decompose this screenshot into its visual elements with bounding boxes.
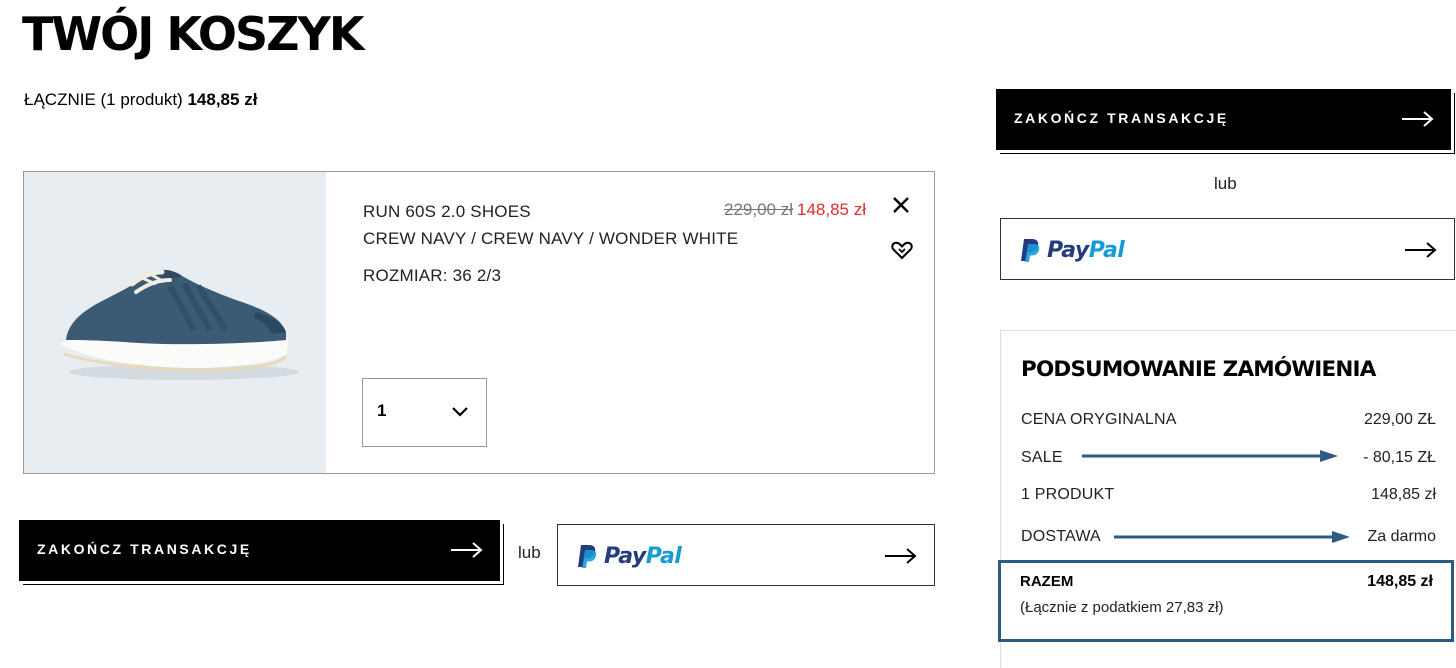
summary-title: PODSUMOWANIE ZAMÓWIENIA <box>1021 357 1376 382</box>
product-prices: 229,00 zł 148,85 zł <box>724 198 866 222</box>
paypal-logo: PayPal <box>576 541 682 571</box>
summary-row-label: CENA ORYGINALNA <box>1021 411 1177 428</box>
cart-total-label: ŁĄCZNIE (1 produkt) <box>24 90 183 109</box>
paypal-pay-text: Pay <box>1047 237 1089 263</box>
cart-item: RUN 60S 2.0 SHOES CREW NAVY / CREW NAVY … <box>23 171 935 474</box>
annotation-arrow-icon <box>1082 450 1338 462</box>
remove-item-button[interactable] <box>890 194 912 216</box>
arrow-right-icon <box>1405 242 1437 258</box>
arrow-right-icon <box>1402 111 1434 127</box>
checkout-button-top[interactable]: ZAKOŃCZ TRANSAKCJĘ <box>996 89 1451 150</box>
close-icon <box>893 197 909 213</box>
product-name[interactable]: RUN 60S 2.0 SHOES <box>363 198 738 225</box>
shoe-image <box>24 172 326 473</box>
arrow-right-icon <box>451 542 483 558</box>
summary-row-value: 229,00 ZŁ <box>1363 411 1436 428</box>
summary-row-value: Za darmo <box>1367 528 1436 545</box>
annotation-arrow-icon <box>1114 531 1350 543</box>
old-price: 229,00 zł <box>724 200 793 219</box>
product-info: RUN 60S 2.0 SHOES CREW NAVY / CREW NAVY … <box>363 198 738 289</box>
checkout-button-bottom[interactable]: ZAKOŃCZ TRANSAKCJĘ <box>19 520 500 581</box>
arrow-right-icon <box>885 548 917 564</box>
paypal-button-bottom[interactable]: PayPal <box>557 524 935 586</box>
product-color: CREW NAVY / CREW NAVY / WONDER WHITE <box>363 229 739 248</box>
sale-price: 148,85 zł <box>797 200 866 219</box>
summary-row-label: SALE <box>1021 449 1063 466</box>
summary-row-value: - 80,15 ZŁ <box>1363 449 1436 466</box>
paypal-pay-text: Pay <box>604 543 646 569</box>
quantity-select[interactable]: 1 <box>362 378 487 447</box>
page-title: TWÓJ KOSZYK <box>22 7 364 61</box>
heart-icon <box>891 241 913 260</box>
summary-row-label: 1 PRODUKT <box>1021 486 1115 503</box>
summary-row-label: DOSTAWA <box>1021 528 1101 545</box>
tax-note: (Łącznie z podatkiem 27,83 zł) <box>1020 599 1224 616</box>
chevron-down-icon <box>452 407 468 417</box>
or-separator: lub <box>518 543 541 562</box>
summary-row-value: 148,85 zł <box>1371 486 1436 503</box>
product-image[interactable] <box>24 172 326 473</box>
cart-total-amount: 148,85 zł <box>187 90 258 109</box>
paypal-logo: PayPal <box>1019 235 1125 265</box>
quantity-value: 1 <box>377 401 387 420</box>
cart-total-line: ŁĄCZNIE (1 produkt) 148,85 zł <box>24 89 257 111</box>
product-size: ROZMIAR: 36 2/3 <box>363 266 502 285</box>
checkout-label: ZAKOŃCZ TRANSAKCJĘ <box>37 541 252 557</box>
paypal-p-icon <box>578 545 597 568</box>
order-total-highlight: RAZEM 148,85 zł (Łącznie z podatkiem 27,… <box>998 560 1454 642</box>
order-total-value: 148,85 zł <box>1367 573 1433 590</box>
paypal-p-icon <box>1021 239 1040 262</box>
paypal-pal-text: Pal <box>645 543 682 569</box>
or-separator: lub <box>1214 174 1237 193</box>
paypal-pal-text: Pal <box>1088 237 1125 263</box>
wishlist-button[interactable] <box>890 238 914 262</box>
order-total-label: RAZEM <box>1020 573 1074 590</box>
checkout-label: ZAKOŃCZ TRANSAKCJĘ <box>1014 110 1229 126</box>
paypal-button-top[interactable]: PayPal <box>1000 218 1455 280</box>
